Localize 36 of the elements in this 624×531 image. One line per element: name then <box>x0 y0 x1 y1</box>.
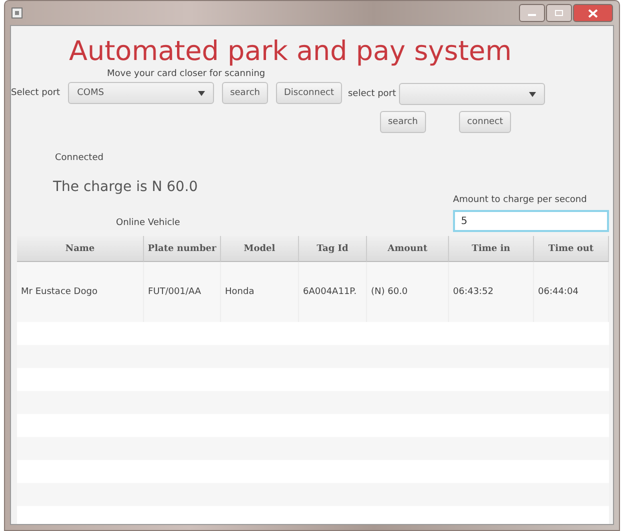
app-icon <box>11 7 23 19</box>
search-button[interactable]: search <box>380 111 426 133</box>
port-label: Select port <box>11 88 60 98</box>
connection-status: Connected <box>54 152 104 163</box>
table-cell: FUT/001/AA <box>144 262 221 322</box>
table-title: Online Vehicle <box>115 218 180 230</box>
rate-field[interactable]: 5 <box>453 210 609 232</box>
minimize-button[interactable] <box>519 4 545 22</box>
column-header[interactable]: Model <box>221 236 299 262</box>
table-cell: Mr Eustace Dogo <box>17 262 144 322</box>
maximize-button[interactable] <box>546 4 572 22</box>
table-cell: 06:43:52 <box>449 262 534 322</box>
search-button[interactable]: search <box>222 82 268 104</box>
table-cell: (N) 60.0 <box>367 262 449 322</box>
table-cell: 06:44:04 <box>534 262 609 322</box>
caret-icon <box>198 90 206 96</box>
close-button[interactable] <box>573 4 613 22</box>
port-select[interactable]: COMS <box>68 82 214 104</box>
table-cell: Honda <box>221 262 299 322</box>
charge-text: The charge is N 60.0 <box>52 178 199 195</box>
maximize-icon <box>554 9 564 17</box>
column-header[interactable]: Amount <box>367 236 449 262</box>
column-header[interactable]: Plate number <box>144 236 221 262</box>
close-icon <box>588 8 598 18</box>
disconnect-button[interactable]: Disconnect <box>276 82 342 104</box>
caret-icon <box>529 92 536 96</box>
column-header[interactable]: Time in <box>449 236 534 262</box>
column-header[interactable]: Tag Id <box>299 236 367 262</box>
scan-hint: Move your card closer for scanning <box>106 69 266 79</box>
app-title: Automated park and pay system <box>68 35 513 67</box>
port-label: select port <box>348 89 396 99</box>
connect-button[interactable]: connect <box>459 111 512 133</box>
column-header[interactable]: Time out <box>534 236 609 262</box>
rate-label: Amount to charge per second <box>453 195 588 205</box>
column-header[interactable]: Name <box>17 236 144 262</box>
table-cell: 6A004A11P. <box>299 262 367 322</box>
